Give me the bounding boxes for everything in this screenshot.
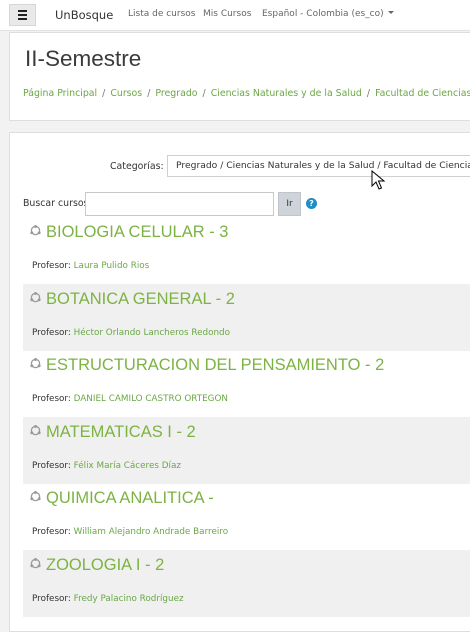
help-icon[interactable]: ?: [306, 198, 317, 209]
teacher-line: Profesor: Félix María Cáceres Díaz: [32, 461, 181, 471]
breadcrumb-home[interactable]: Página Principal: [23, 88, 97, 99]
course-icon: [30, 292, 41, 303]
teacher-line: Profesor: DANIEL CAMILO CASTRO ORTEGON: [32, 394, 228, 404]
course-item: ZOOLOGIA I - 2 Profesor: Fredy Palacino …: [23, 550, 470, 617]
search-label: Buscar cursos: [23, 198, 89, 209]
teacher-link[interactable]: Fredy Palacino Rodríguez: [74, 594, 184, 604]
course-link[interactable]: QUIMICA ANALITICA -: [46, 489, 214, 508]
breadcrumb-facultad[interactable]: Facultad de Ciencias: [375, 88, 470, 99]
teacher-line: Profesor: William Alejandro Andrade Barr…: [32, 527, 229, 537]
course-link[interactable]: MATEMATICAS I - 2: [46, 423, 196, 442]
language-menu[interactable]: Español - Colombia (es_co): [262, 9, 394, 19]
course-icon: [30, 558, 41, 569]
hamburger-icon: [18, 10, 27, 12]
teacher-link[interactable]: Héctor Orlando Lancheros Redondo: [74, 328, 230, 338]
search-go-button[interactable]: Ir: [278, 192, 301, 216]
language-label: Español - Colombia (es_co): [262, 9, 384, 19]
teacher-line: Profesor: Laura Pulido Rios: [32, 261, 150, 271]
course-item: ESTRUCTURACION DEL PENSAMIENTO - 2 Profe…: [23, 350, 470, 417]
breadcrumb: Página Principal / Cursos / Pregrado / Ciencia…: [23, 88, 470, 99]
breadcrumb-courses[interactable]: Cursos: [110, 88, 142, 99]
teacher-link[interactable]: Laura Pulido Rios: [74, 261, 150, 271]
category-label: Categorías:: [110, 161, 164, 172]
teacher-link[interactable]: Félix María Cáceres Díaz: [74, 461, 181, 471]
course-icon: [30, 491, 41, 502]
nav-link-my-courses[interactable]: Mis Cursos: [203, 9, 251, 19]
course-item: BIOLOGIA CELULAR - 3 Profesor: Laura Pul…: [23, 217, 470, 284]
caret-down-icon: [387, 11, 394, 14]
course-category-panel: Categorías: Pregrado / Ciencias Naturale…: [9, 132, 470, 632]
page-title: II-Semestre: [25, 46, 142, 71]
top-navbar: UnBosque Lista de cursos Mis Cursos Espa…: [0, 0, 470, 31]
page-header: II-Semestre Página Principal / Cursos / Preg…: [9, 32, 470, 121]
site-brand[interactable]: UnBosque: [55, 8, 113, 22]
breadcrumb-pregrado[interactable]: Pregrado: [155, 88, 197, 99]
course-link[interactable]: BIOLOGIA CELULAR - 3: [46, 223, 228, 242]
course-item: MATEMATICAS I - 2 Profesor: Félix María …: [23, 417, 470, 484]
teacher-line: Profesor: Héctor Orlando Lancheros Redon…: [32, 328, 230, 338]
course-icon: [30, 425, 41, 436]
course-icon: [30, 358, 41, 369]
teacher-link[interactable]: DANIEL CAMILO CASTRO ORTEGON: [74, 394, 228, 404]
course-link[interactable]: BOTANICA GENERAL - 2: [46, 290, 235, 309]
breadcrumb-ciencias[interactable]: Ciencias Naturales y de la Salud: [211, 88, 362, 99]
search-input[interactable]: [85, 192, 274, 216]
teacher-link[interactable]: William Alejandro Andrade Barreiro: [74, 527, 228, 537]
menu-toggle-button[interactable]: [9, 4, 36, 26]
course-item: BOTANICA GENERAL - 2 Profesor: Héctor Or…: [23, 284, 470, 351]
mouse-cursor-icon: [371, 170, 385, 190]
course-icon: [30, 225, 41, 236]
course-item: QUIMICA ANALITICA - Profesor: William Al…: [23, 483, 470, 550]
teacher-line: Profesor: Fredy Palacino Rodríguez: [32, 594, 184, 604]
course-link[interactable]: ZOOLOGIA I - 2: [46, 556, 164, 575]
nav-link-course-list[interactable]: Lista de cursos: [128, 9, 195, 19]
course-link[interactable]: ESTRUCTURACION DEL PENSAMIENTO - 2: [46, 356, 384, 375]
category-select[interactable]: Pregrado / Ciencias Naturales y de la Sa…: [167, 155, 470, 177]
